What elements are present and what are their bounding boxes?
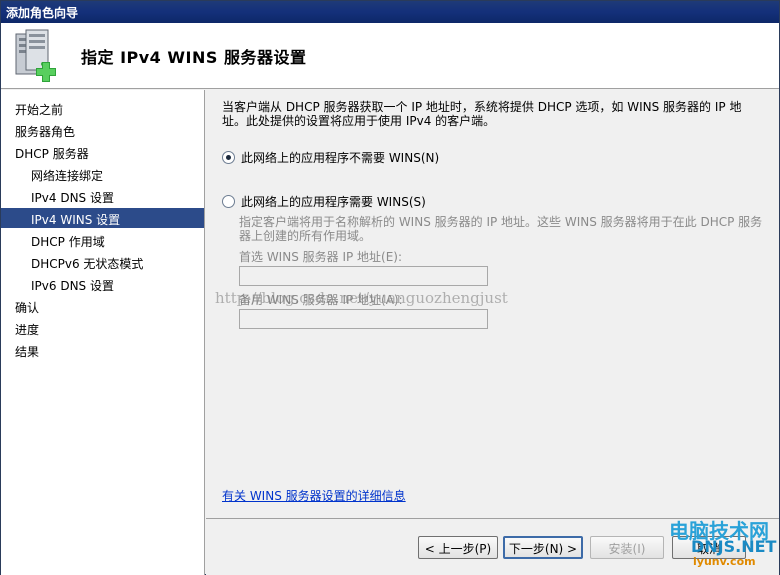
window-title: 添加角色向导 bbox=[1, 1, 779, 23]
nav-step-server-roles[interactable]: 服务器角色 bbox=[1, 120, 204, 140]
nav-step-ipv6-dns[interactable]: IPv6 DNS 设置 bbox=[1, 274, 204, 294]
radio-label-required: 此网络上的应用程序需要 WINS(S) bbox=[241, 195, 426, 209]
nav-step-results[interactable]: 结果 bbox=[1, 340, 204, 360]
radio-button-checked[interactable] bbox=[222, 151, 235, 164]
nav-step-dhcp-scopes[interactable]: DHCP 作用域 bbox=[1, 230, 204, 250]
next-button[interactable]: 下一步(N) > bbox=[503, 536, 583, 559]
nav-step-network-binding[interactable]: 网络连接绑定 bbox=[1, 164, 204, 184]
nav-step-ipv4-wins[interactable]: IPv4 WINS 设置 bbox=[1, 208, 204, 228]
logo-text-domain: iyunv.com bbox=[693, 555, 756, 568]
nav-step-dhcp-server[interactable]: DHCP 服务器 bbox=[1, 142, 204, 162]
install-button[interactable]: 安装(I) bbox=[590, 536, 664, 559]
nav-step-ipv4-dns[interactable]: IPv4 DNS 设置 bbox=[1, 186, 204, 206]
server-add-icon bbox=[15, 29, 56, 82]
add-roles-wizard-window: 添加角色向导 指定 IPv4 WINS 服务器设置 开始之前 服务器角色 DHC… bbox=[0, 0, 780, 575]
page-description: 当客户端从 DHCP 服务器获取一个 IP 地址时，系统将提供 DHCP 选项，… bbox=[222, 100, 742, 128]
logo-text-dnjs: DNJS.NET bbox=[691, 537, 777, 556]
back-button[interactable]: < 上一步(P) bbox=[418, 536, 498, 559]
nav-step-progress[interactable]: 进度 bbox=[1, 318, 204, 338]
nav-step-confirmation[interactable]: 确认 bbox=[1, 296, 204, 316]
site-logo: 电脑技术网 DNJS.NET iyunv.com bbox=[665, 513, 777, 573]
wins-help-link[interactable]: 有关 WINS 服务器设置的详细信息 bbox=[222, 487, 406, 504]
nav-step-before-you-begin[interactable]: 开始之前 bbox=[1, 98, 204, 118]
alternate-wins-input[interactable] bbox=[239, 309, 488, 329]
preferred-wins-label: 首选 WINS 服务器 IP 地址(E): bbox=[239, 250, 403, 264]
wins-servers-description: 指定客户端将用于名称解析的 WINS 服务器的 IP 地址。这些 WINS 服务… bbox=[239, 215, 763, 243]
watermark-url: http://blog.csdn.net/yuanguozhengjust bbox=[215, 289, 508, 307]
radio-wins-required[interactable]: 此网络上的应用程序需要 WINS(S) bbox=[222, 193, 426, 210]
radio-label-not-required: 此网络上的应用程序不需要 WINS(N) bbox=[241, 151, 440, 165]
nav-step-dhcpv6-stateless[interactable]: DHCPv6 无状态模式 bbox=[1, 252, 204, 272]
preferred-wins-input[interactable] bbox=[239, 266, 488, 286]
wizard-steps-nav: 开始之前 服务器角色 DHCP 服务器 网络连接绑定 IPv4 DNS 设置 I… bbox=[1, 90, 205, 575]
radio-wins-not-required[interactable]: 此网络上的应用程序不需要 WINS(N) bbox=[222, 149, 439, 166]
wizard-header: 指定 IPv4 WINS 服务器设置 bbox=[1, 23, 779, 89]
page-title: 指定 IPv4 WINS 服务器设置 bbox=[81, 48, 307, 67]
radio-button-unchecked[interactable] bbox=[222, 195, 235, 208]
